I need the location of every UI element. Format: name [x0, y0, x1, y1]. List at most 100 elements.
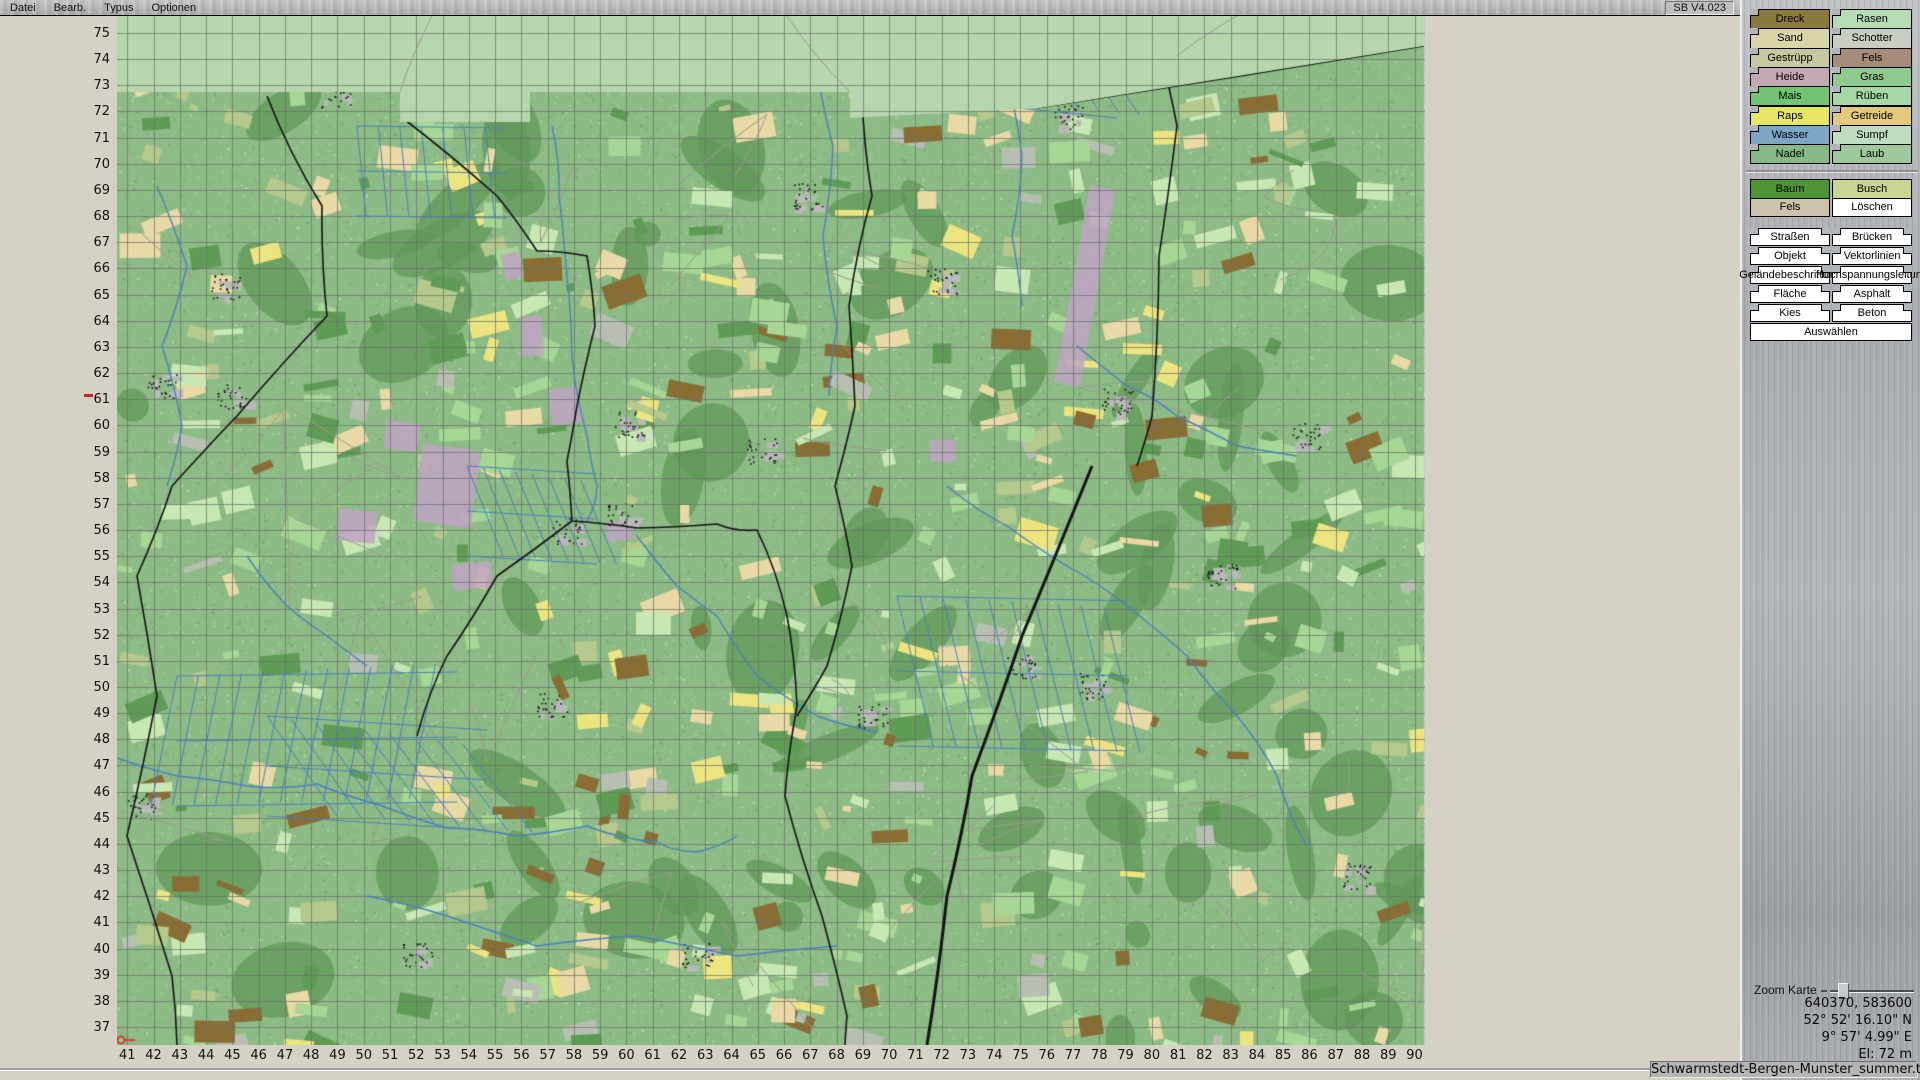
button-tab — [1750, 285, 1759, 292]
map-canvas[interactable] — [117, 16, 1425, 1045]
y-axis-label: 45 — [0, 811, 110, 826]
y-axis-label: 72 — [0, 104, 110, 119]
menu-item-datei[interactable]: Datei — [10, 2, 36, 14]
terrain-button-raps[interactable]: Raps — [1750, 106, 1830, 126]
y-axis-label: 44 — [0, 837, 110, 852]
button-tab — [1821, 228, 1830, 235]
tool-button-vektorlinien-label: Vektorlinien — [1844, 250, 1901, 262]
tool-button-hochspannungsleitung[interactable]: Hochspannungsleitung — [1832, 266, 1912, 284]
button-tab — [1832, 67, 1841, 74]
menu-item-typus[interactable]: Typus — [104, 2, 133, 14]
tool-button-asphalt-label: Asphalt — [1854, 288, 1891, 300]
terrain-button-sand[interactable]: Sand — [1750, 28, 1830, 48]
button-tab — [1832, 247, 1841, 254]
menu-bar: DateiBearb.TypusOptionenSB V4.023 — [0, 0, 1740, 16]
terrain-button-schotter-label: Schotter — [1852, 32, 1893, 44]
y-axis-label: 49 — [0, 706, 110, 721]
object-button-loeschen[interactable]: Löschen — [1832, 198, 1912, 218]
button-tab — [1750, 228, 1759, 235]
sidebar: DreckRasenSandSchotterGestrüppFelsHeideG… — [1740, 0, 1920, 1080]
y-axis-label: 60 — [0, 418, 110, 433]
object-button-fels[interactable]: Fels — [1750, 198, 1830, 218]
terrain-button-gestruepp[interactable]: Gestrüpp — [1750, 48, 1830, 68]
menu-item-bearb[interactable]: Bearb. — [54, 2, 86, 14]
terrain-button-gras-label: Gras — [1860, 71, 1884, 83]
terrain-button-rasen-label: Rasen — [1856, 13, 1888, 25]
map-workspace: 7574737271706968676665646362616059585756… — [0, 16, 1740, 1080]
button-tab — [1832, 86, 1841, 93]
select-button[interactable]: Auswählen — [1750, 323, 1912, 341]
y-axis-label: 38 — [0, 994, 110, 1009]
divider — [1746, 170, 1918, 173]
terrain-button-rasen[interactable]: Rasen — [1832, 9, 1912, 29]
terrain-button-wasser[interactable]: Wasser — [1750, 125, 1830, 145]
y-axis-label: 55 — [0, 549, 110, 564]
button-tab — [1903, 285, 1912, 292]
y-axis-label: 37 — [0, 1020, 110, 1035]
terrain-button-fels[interactable]: Fels — [1832, 48, 1912, 68]
object-button-baum[interactable]: Baum — [1750, 179, 1830, 199]
tool-button-kies[interactable]: Kies — [1750, 304, 1830, 322]
y-axis-label: 73 — [0, 78, 110, 93]
tool-button-vektorlinien[interactable]: Vektorlinien — [1832, 247, 1912, 265]
button-tab — [1832, 9, 1841, 16]
terrain-button-rueben-label: Rüben — [1856, 90, 1888, 102]
button-tab — [1750, 266, 1759, 273]
button-tab — [1903, 304, 1912, 311]
zoom-slider-min-tick — [1821, 990, 1827, 992]
tool-button-kies-label: Kies — [1779, 307, 1800, 319]
button-tab — [1832, 266, 1841, 273]
y-axis-label: 57 — [0, 497, 110, 512]
terrain-button-getreide[interactable]: Getreide — [1832, 106, 1912, 126]
tool-button-flaeche-label: Fläche — [1773, 288, 1806, 300]
terrain-button-nadel[interactable]: Nadel — [1750, 144, 1830, 164]
x-axis-label: 90 — [1400, 1048, 1430, 1063]
y-axis-label: 50 — [0, 680, 110, 695]
tool-button-flaeche[interactable]: Fläche — [1750, 285, 1830, 303]
tool-button-bruecken[interactable]: Brücken — [1832, 228, 1912, 246]
y-axis-label: 52 — [0, 628, 110, 643]
y-axis-label: 39 — [0, 968, 110, 983]
tool-button-strassen[interactable]: Straßen — [1750, 228, 1830, 246]
cursor-readout: 640370, 583600 52° 52' 16.10" N 9° 57' 4… — [1804, 995, 1912, 1063]
button-tab — [1832, 48, 1841, 55]
terrain-button-mais-label: Mais — [1778, 90, 1801, 102]
object-button-busch[interactable]: Busch — [1832, 179, 1912, 199]
terrain-button-laub[interactable]: Laub — [1832, 144, 1912, 164]
terrain-button-schotter[interactable]: Schotter — [1832, 28, 1912, 48]
button-tab — [1750, 304, 1759, 311]
y-axis-label: 66 — [0, 261, 110, 276]
button-tab — [1750, 125, 1759, 132]
button-tab — [1903, 228, 1912, 235]
y-axis-label: 48 — [0, 732, 110, 747]
terrain-button-raps-label: Raps — [1777, 110, 1803, 122]
terrain-button-rueben[interactable]: Rüben — [1832, 86, 1912, 106]
button-tab — [1821, 304, 1830, 311]
y-axis-label: 47 — [0, 758, 110, 773]
terrain-button-gestruepp-label: Gestrüpp — [1767, 52, 1812, 64]
tool-button-objekt-label: Objekt — [1774, 250, 1806, 262]
terrain-button-heide[interactable]: Heide — [1750, 67, 1830, 87]
tool-button-beton[interactable]: Beton — [1832, 304, 1912, 322]
select-button-label: Auswählen — [1804, 326, 1858, 338]
button-tab — [1832, 285, 1841, 292]
y-axis-label: 71 — [0, 131, 110, 146]
tool-button-objekt[interactable]: Objekt — [1750, 247, 1830, 265]
tool-button-asphalt[interactable]: Asphalt — [1832, 285, 1912, 303]
terrain-button-dreck[interactable]: Dreck — [1750, 9, 1830, 29]
menu-item-optionen[interactable]: Optionen — [151, 2, 196, 14]
y-axis-label: 53 — [0, 602, 110, 617]
terrain-button-sumpf[interactable]: Sumpf — [1832, 125, 1912, 145]
button-tab — [1821, 285, 1830, 292]
terrain-button-wasser-label: Wasser — [1772, 129, 1809, 141]
button-tab — [1750, 86, 1759, 93]
button-tab — [1750, 67, 1759, 74]
button-tab — [1832, 106, 1841, 113]
button-tab — [1750, 9, 1759, 16]
y-axis-label: 68 — [0, 209, 110, 224]
terrain-button-gras[interactable]: Gras — [1832, 67, 1912, 87]
terrain-button-mais[interactable]: Mais — [1750, 86, 1830, 106]
readout-grid-coords: 640370, 583600 — [1804, 995, 1912, 1012]
button-tab — [1903, 266, 1912, 273]
y-axis-label: 63 — [0, 340, 110, 355]
